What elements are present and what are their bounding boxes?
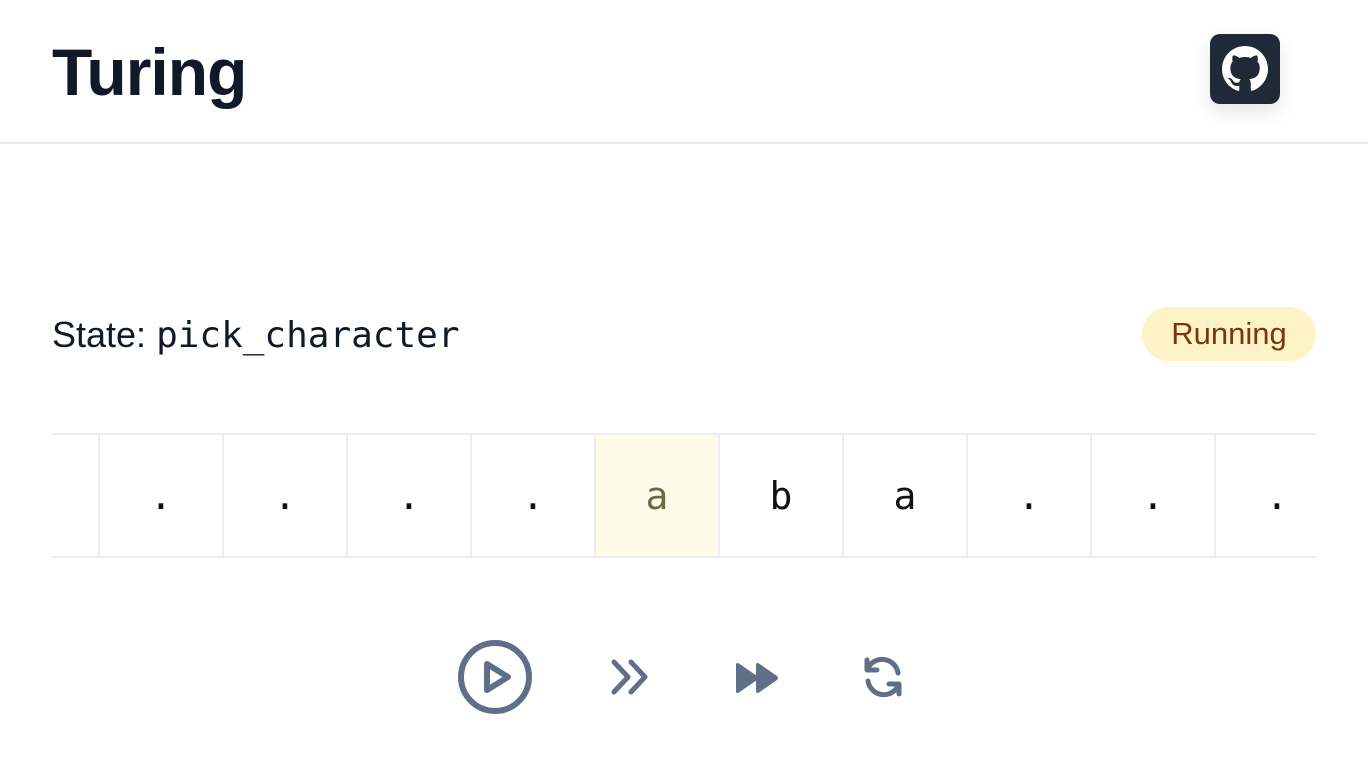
- state-label: State:: [52, 314, 147, 355]
- tape-track: .....aba...: [52, 435, 1316, 556]
- step-icon: [611, 659, 648, 695]
- github-icon: [1222, 46, 1268, 91]
- state-value: pick_character: [156, 314, 460, 356]
- tape-cell[interactable]: .: [52, 435, 100, 556]
- status-badge: Running: [1142, 307, 1316, 361]
- tape-cell[interactable]: .: [472, 435, 596, 556]
- tape-cell[interactable]: a: [844, 435, 968, 556]
- tape-cell[interactable]: .: [1092, 435, 1216, 556]
- tape-cell[interactable]: .: [224, 435, 348, 556]
- tape-cell[interactable]: .: [100, 435, 224, 556]
- tape-cell[interactable]: b: [720, 435, 844, 556]
- play-button[interactable]: [456, 636, 534, 716]
- github-link-button[interactable]: [1210, 34, 1280, 104]
- app-header: Turing: [0, 0, 1368, 144]
- step-button[interactable]: [606, 654, 656, 700]
- tape-cell[interactable]: .: [348, 435, 472, 556]
- play-icon: [458, 640, 532, 714]
- fast-forward-button[interactable]: [732, 658, 782, 698]
- tape-cell-head[interactable]: a: [596, 435, 720, 556]
- tape-cell[interactable]: .: [1216, 435, 1316, 556]
- tape-cell[interactable]: .: [968, 435, 1092, 556]
- fast-forward-icon: [736, 663, 778, 693]
- app-title: Turing: [52, 35, 247, 109]
- tape: .....aba...: [52, 433, 1316, 558]
- machine-state: State: pick_character: [52, 310, 460, 360]
- reset-button[interactable]: [858, 653, 908, 701]
- reset-icon: [864, 656, 902, 698]
